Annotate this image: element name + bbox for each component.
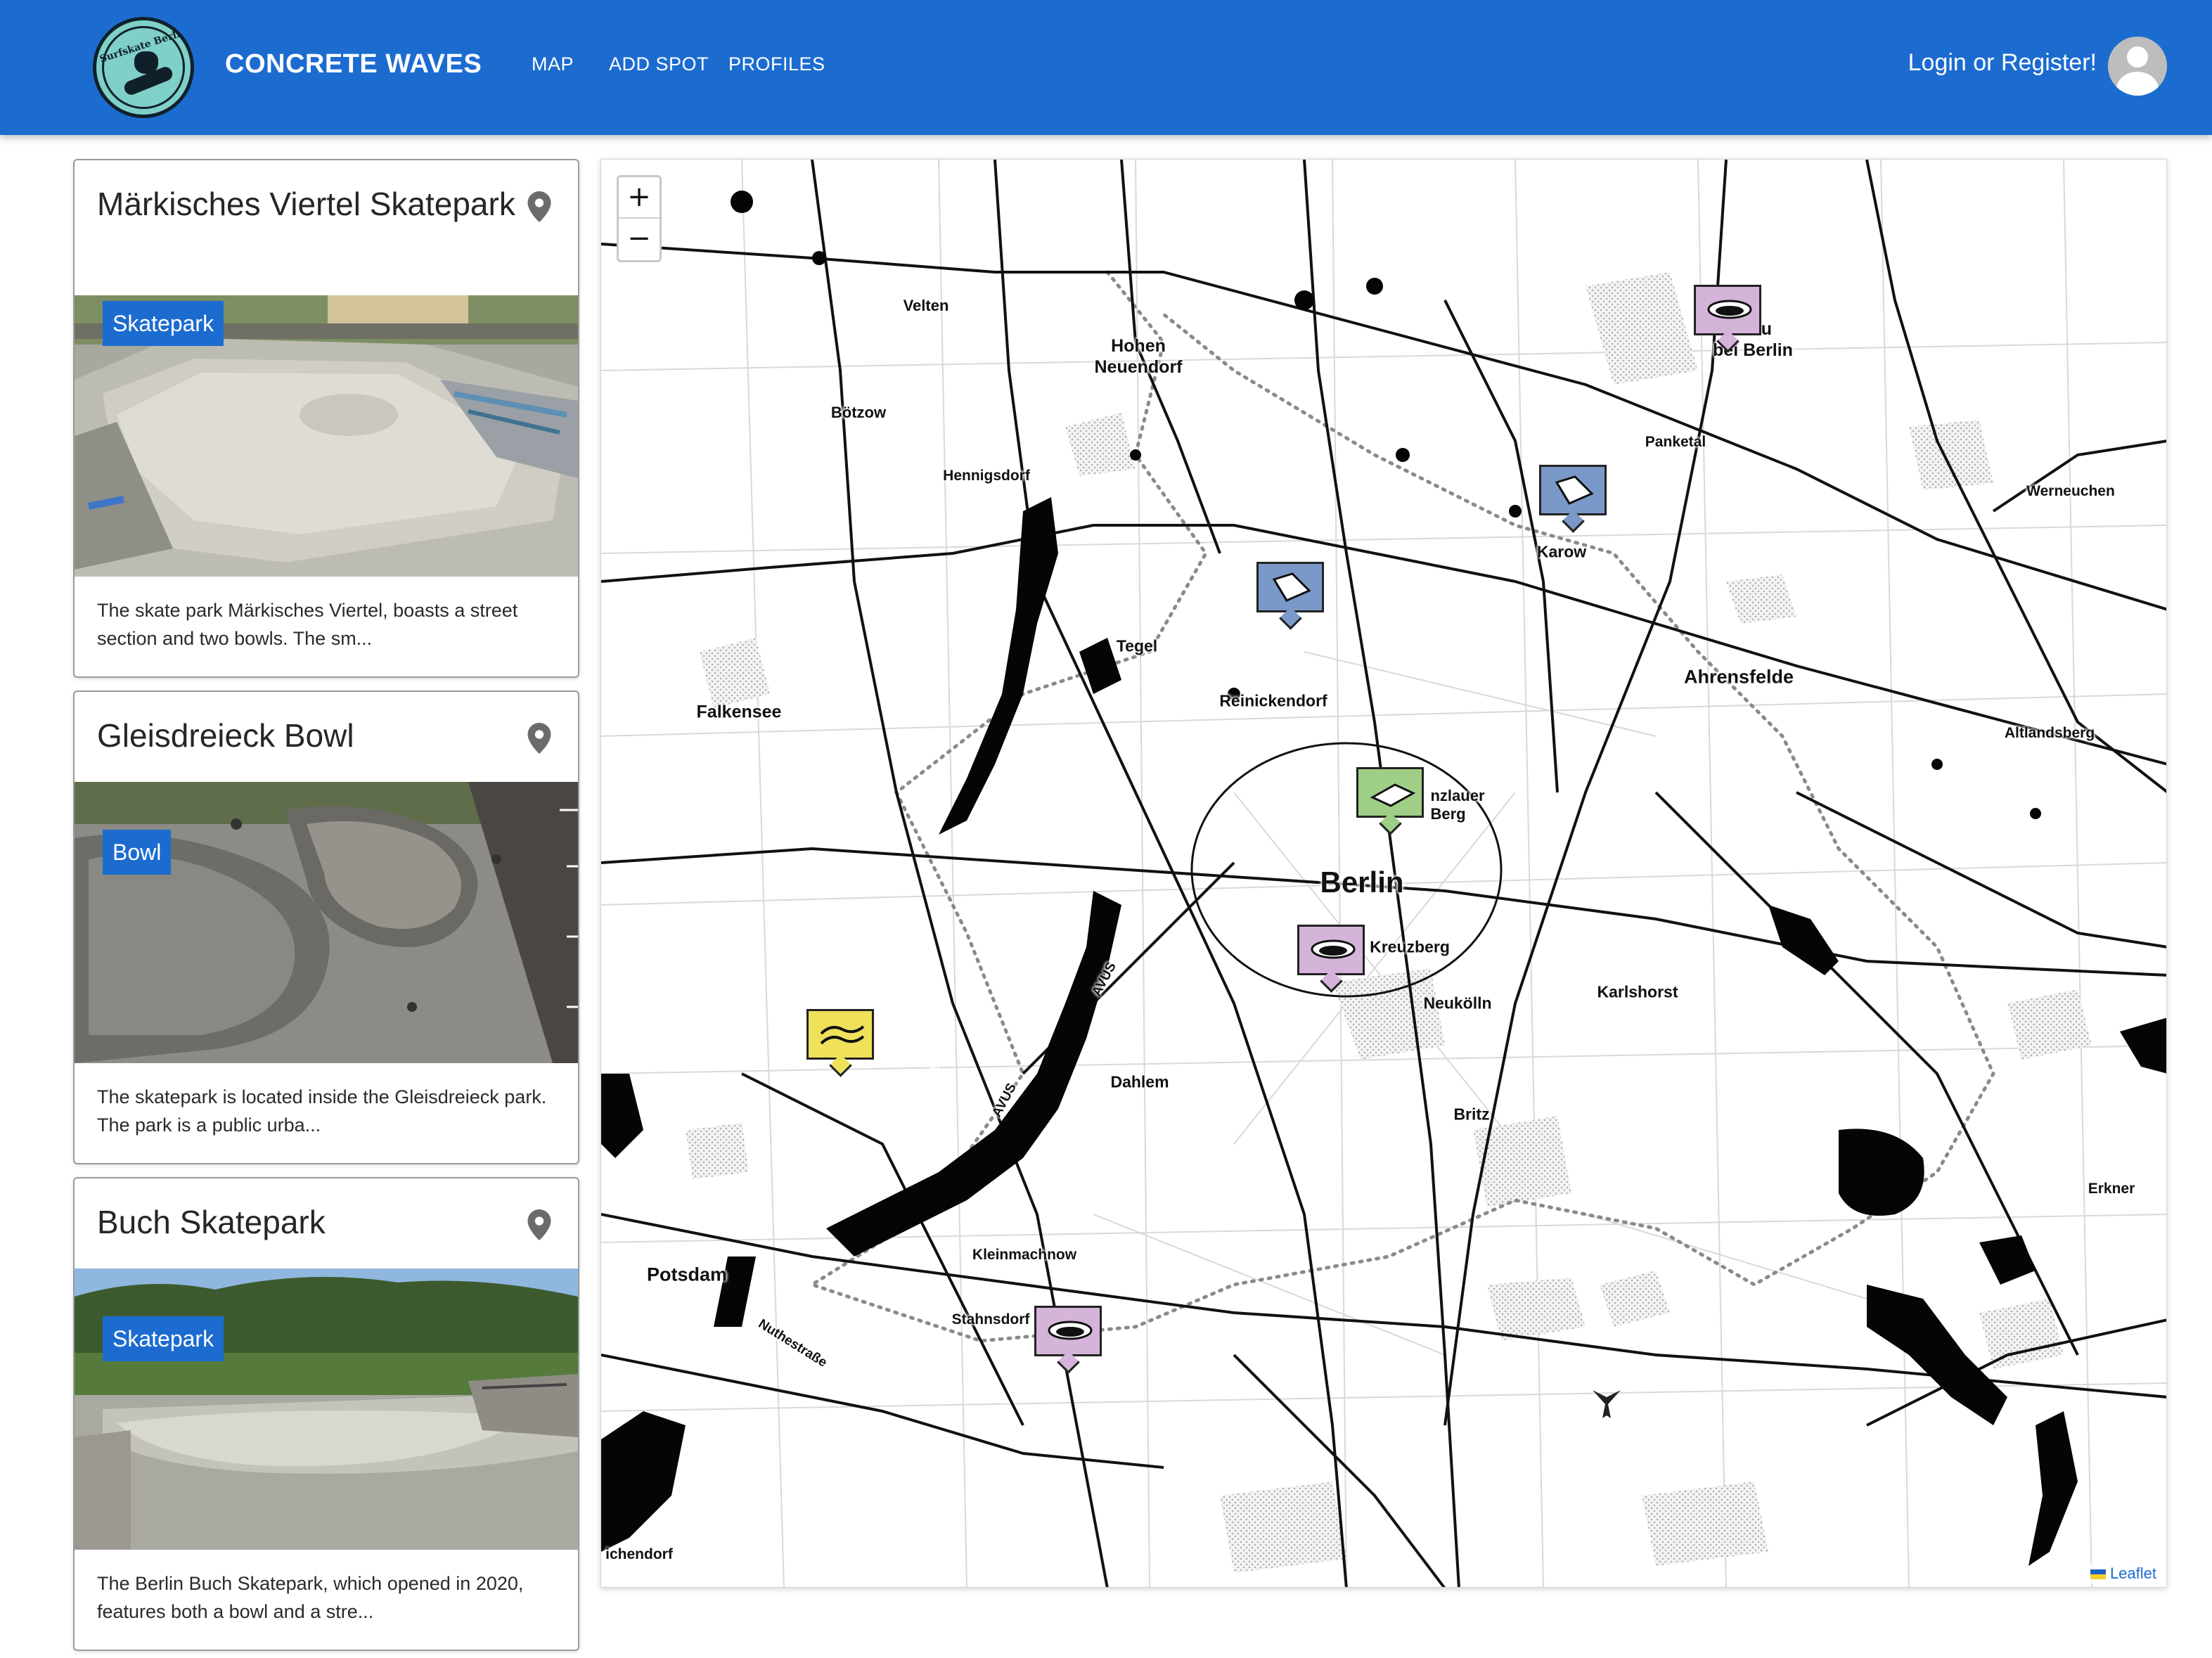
airport-icon (1593, 1390, 1621, 1418)
street-ramp-icon (1555, 475, 1594, 505)
place-label: Hohen Neuendorf (1094, 336, 1183, 377)
place-label: Stahnsdorf (951, 1311, 1030, 1328)
place-label: Panketal (1645, 434, 1706, 450)
bowl-icon (1048, 1320, 1093, 1340)
spot-description: The Berlin Buch Skatepark, which opened … (97, 1573, 524, 1622)
bowl-icon (1707, 300, 1752, 319)
brand-title[interactable]: CONCRETE WAVES (225, 49, 482, 79)
attribution-link[interactable]: Leaflet (2110, 1564, 2156, 1582)
place-label: Karlshorst (1597, 982, 1678, 1001)
nav-add-spot[interactable]: ADD SPOT (609, 53, 709, 75)
place-label: Neukölln (1423, 994, 1492, 1013)
zoom-in-button[interactable]: + (619, 177, 660, 219)
spot-photo: Skatepark (75, 295, 578, 577)
spot-card[interactable]: Gleisdreieck Bowl Bowl The skatepark is … (73, 690, 579, 1164)
zoom-control: + − (617, 175, 662, 262)
nav-map[interactable]: MAP (532, 53, 574, 75)
spot-card[interactable]: Märkisches Viertel Skatepark Skatepark T… (73, 159, 579, 678)
location-pin-icon[interactable] (527, 191, 551, 222)
category-badge: Skatepark (103, 301, 224, 346)
spot-map[interactable]: + − Velten Hohen Neuendorf Bötzow Hennig… (600, 159, 2167, 1588)
map-marker-ramp[interactable] (1356, 767, 1424, 818)
spot-description: The skatepark is located inside the Glei… (97, 1086, 547, 1136)
category-badge: Skatepark (103, 1316, 224, 1361)
category-badge: Bowl (103, 830, 172, 875)
quarter-pipe-icon (1370, 783, 1416, 807)
place-label: Falkensee (696, 702, 782, 722)
spot-title: Märkisches Viertel Skatepark (97, 186, 515, 222)
map-marker-bowl[interactable] (1034, 1306, 1102, 1356)
place-label: Britz (1453, 1105, 1490, 1124)
place-label: Tegel (1116, 636, 1158, 655)
place-label: Werneuchen (2026, 483, 2115, 499)
avatar-head-shape (2127, 46, 2148, 68)
ukraine-flag-icon (2090, 1569, 2106, 1579)
nav-profiles[interactable]: PROFILES (728, 53, 825, 75)
street-ramp-icon (1272, 572, 1311, 602)
place-label: ichendorf (605, 1546, 673, 1562)
place-label: Altlandsberg (2004, 725, 2095, 741)
spot-photo: Bowl (75, 782, 578, 1063)
map-marker-street[interactable] (1256, 562, 1324, 612)
place-label: Velten (903, 297, 949, 314)
place-label: nzlauer Berg (1430, 787, 1485, 823)
map-attribution[interactable]: Leaflet (2084, 1563, 2162, 1584)
spot-card[interactable]: Buch Skatepark Skatepark The Berlin Buch… (73, 1177, 579, 1651)
login-register-link[interactable]: Login or Register! (1908, 49, 2097, 77)
place-label: Erkner (2088, 1181, 2135, 1197)
zoom-out-button[interactable]: − (619, 219, 660, 260)
avatar[interactable] (2108, 37, 2167, 96)
place-label: Potsdam (646, 1264, 728, 1285)
map-marker-wave[interactable] (806, 1009, 874, 1060)
place-label: Dahlem (1110, 1072, 1169, 1091)
avatar-body-shape (2116, 72, 2159, 96)
map-marker-bowl[interactable] (1297, 925, 1365, 975)
place-label: Karow (1536, 542, 1587, 561)
app-bar: Surfskate Berlin CONCRETE WAVES MAP ADD … (0, 0, 2212, 135)
bowl-icon (1311, 939, 1356, 959)
spot-title: Gleisdreieck Bowl (97, 717, 354, 754)
logo[interactable]: Surfskate Berlin (93, 17, 194, 118)
place-label: Kleinmachnow (972, 1247, 1077, 1263)
spot-title: Buch Skatepark (97, 1204, 326, 1240)
place-label: Kreuzberg (1370, 937, 1450, 956)
place-label: Hennigsdorf (943, 468, 1030, 484)
map-marker-bowl[interactable] (1694, 285, 1761, 335)
place-label-berlin: Berlin (1320, 866, 1404, 899)
spot-description: The skate park Märkisches Viertel, boast… (97, 600, 518, 649)
wave-icon (820, 1025, 865, 1045)
location-pin-icon[interactable] (527, 723, 551, 754)
place-label: Reinickendorf (1219, 691, 1327, 710)
location-pin-icon[interactable] (527, 1209, 551, 1240)
map-marker-street[interactable] (1539, 465, 1607, 515)
place-label: Ahrensfelde (1683, 666, 1794, 688)
spot-photo: Skatepark (75, 1268, 578, 1550)
place-label: Bötzow (830, 404, 887, 421)
